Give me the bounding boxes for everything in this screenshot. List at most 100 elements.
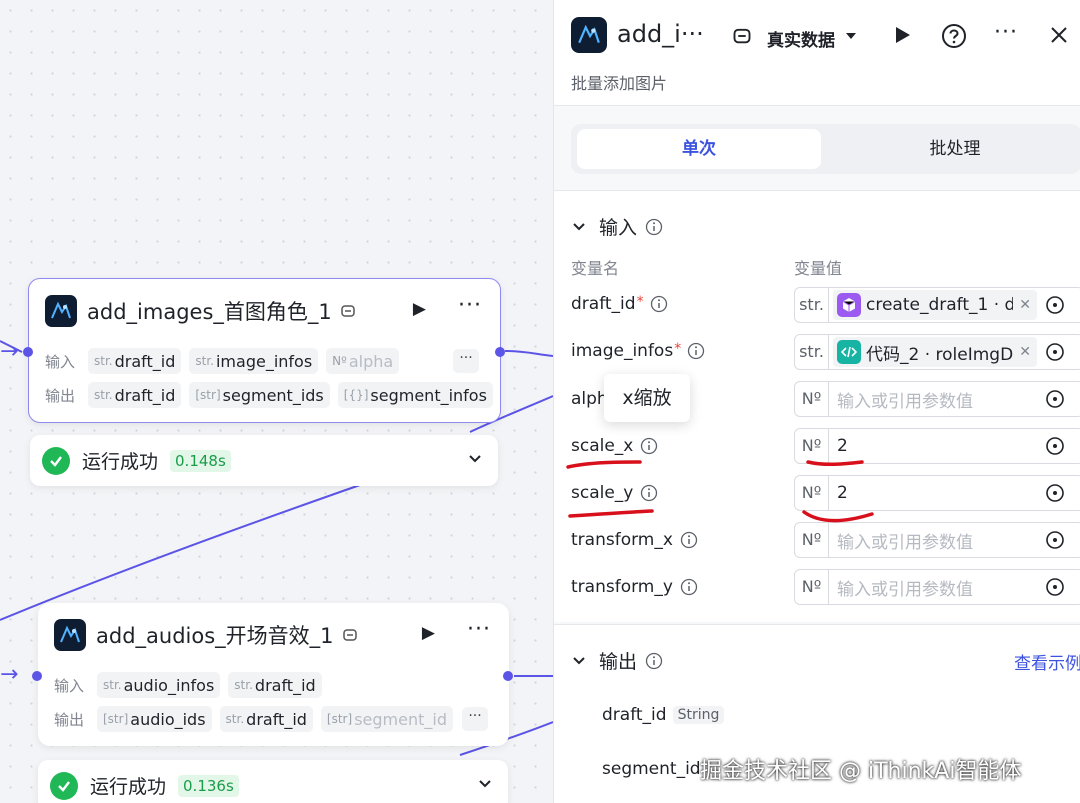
info-icon[interactable]: [645, 218, 663, 236]
panel-more-button[interactable]: ···: [994, 20, 1018, 45]
view-example-link[interactable]: 查看示例: [1014, 649, 1080, 674]
node-inputs-row: 输入 str. audio_infos str. draft_id: [54, 671, 330, 699]
param-name: draft_id: [571, 294, 636, 314]
node-more-button[interactable]: ···: [458, 293, 482, 318]
node-add-audios[interactable]: add_audios_开场音效_1 ▶ ··· 输入 str. audio_inf…: [32, 603, 513, 746]
scale-x-field[interactable]: Nº 2: [794, 428, 1080, 464]
output-port[interactable]: [503, 671, 513, 681]
variable-select-icon[interactable]: [1041, 295, 1069, 315]
required-mark: *: [636, 294, 644, 310]
info-icon[interactable]: [640, 484, 658, 502]
info-icon[interactable]: [650, 295, 668, 313]
param-name: image_infos: [571, 341, 674, 361]
run-mode-tabs: 单次 批处理: [571, 124, 1080, 174]
info-icon[interactable]: [687, 342, 705, 360]
data-mode-select[interactable]: 真实数据: [767, 26, 835, 51]
node-more-button[interactable]: ···: [467, 617, 491, 642]
type-badge: Nº: [795, 523, 829, 557]
transform-x-field[interactable]: Nº 输入或引用参数值: [794, 522, 1080, 558]
scale-y-field[interactable]: Nº 2: [794, 475, 1080, 511]
chevron-down-icon[interactable]: [571, 219, 587, 235]
variable-select-icon[interactable]: [1041, 389, 1069, 409]
reference-chip[interactable]: create_draft_1 · d··· ✕: [833, 290, 1037, 320]
reference-text: create_draft_1 · d···: [866, 295, 1013, 315]
success-check-icon: [42, 446, 70, 475]
watermark-text: 掘金技术社区 @ iThinkAi智能体: [700, 759, 1022, 784]
output-item: segment_id: [602, 759, 701, 779]
run-node-button[interactable]: ▶: [413, 299, 426, 319]
info-icon[interactable]: [640, 437, 658, 455]
help-icon[interactable]: [941, 23, 967, 49]
variable-select-icon[interactable]: [1041, 577, 1069, 597]
chevron-down-icon[interactable]: [476, 774, 494, 792]
info-icon[interactable]: [645, 652, 663, 670]
chevron-down-icon[interactable]: [466, 449, 484, 467]
plugin-logo-icon: [571, 17, 607, 53]
reference-text: 代码_2 · roleImgD···: [866, 344, 1014, 365]
more-outputs-button[interactable]: ···: [462, 707, 488, 731]
node-outputs-row: 输出 [str] audio_ids str. draft_id [str] segm…: [54, 705, 461, 733]
alpha-field[interactable]: Nº 输入或引用参数值: [794, 381, 1080, 417]
scale-y-input[interactable]: 2: [829, 483, 1041, 503]
node-run-status[interactable]: 运行成功 0.148s: [30, 435, 498, 486]
input-port[interactable]: [23, 347, 33, 357]
output-chip: [str] segment_ids: [189, 382, 330, 408]
info-icon[interactable]: [680, 578, 698, 596]
variable-select-icon[interactable]: [1041, 436, 1069, 456]
param-draft-id: draft_id *: [571, 294, 668, 314]
variable-select-icon[interactable]: [1041, 483, 1069, 503]
plugin-logo-icon: [54, 619, 86, 651]
panel-header: add_i··· 真实数据 ··· 批量添加图片: [554, 0, 1080, 106]
output-name: segment_id: [602, 759, 701, 779]
close-icon[interactable]: [1050, 26, 1068, 44]
node-add-images[interactable]: add_images_首图角色_1 ▶ ··· 输入 str. draft_id …: [23, 278, 505, 423]
param-image-infos: image_infos *: [571, 341, 705, 361]
plugin-logo-icon: [45, 295, 77, 327]
param-transform-x: transform_x: [571, 530, 698, 550]
status-label: 运行成功: [90, 776, 167, 798]
type-badge: str.: [795, 335, 829, 369]
output-chip: [str] audio_ids: [97, 706, 212, 732]
status-label: 运行成功: [82, 451, 159, 473]
input-port[interactable]: [32, 671, 42, 681]
more-inputs-button[interactable]: ···: [453, 349, 479, 373]
info-icon[interactable]: [680, 531, 698, 549]
node-inputs-row: 输入 str. draft_id str. image_infos Nº alpha: [45, 347, 407, 375]
cube-icon: [837, 293, 861, 317]
tab-batch[interactable]: 批处理: [833, 129, 1077, 169]
variable-select-icon[interactable]: [1041, 342, 1069, 362]
run-node-button[interactable]: ▶: [422, 623, 435, 643]
column-header-value: 变量值: [794, 259, 843, 278]
transform-y-input[interactable]: 输入或引用参数值: [829, 575, 1041, 600]
type-badge: str.: [795, 288, 829, 322]
caret-down-icon[interactable]: [845, 31, 857, 41]
output-section-header[interactable]: 输出: [571, 647, 663, 674]
code-icon: [837, 340, 861, 364]
chevron-down-icon[interactable]: [571, 653, 587, 669]
variable-select-icon[interactable]: [1041, 530, 1069, 550]
input-chip: Nº alpha: [326, 348, 400, 374]
draft-id-field[interactable]: str. create_draft_1 · d··· ✕: [794, 287, 1080, 323]
success-check-icon: [50, 771, 78, 800]
run-button[interactable]: [894, 25, 912, 45]
output-name: draft_id: [602, 705, 667, 725]
transform-x-input[interactable]: 输入或引用参数值: [829, 528, 1041, 553]
duration-badge: 0.148s: [170, 449, 231, 472]
input-section-header[interactable]: 输入: [571, 213, 663, 240]
outputs-label: 输出: [45, 386, 76, 405]
transform-y-field[interactable]: Nº 输入或引用参数值: [794, 569, 1080, 605]
scale-x-input[interactable]: 2: [829, 436, 1041, 456]
image-infos-field[interactable]: str. 代码_2 · roleImgD··· ✕: [794, 334, 1080, 370]
database-icon[interactable]: [732, 26, 752, 46]
database-icon: [340, 303, 356, 319]
reference-chip[interactable]: 代码_2 · roleImgD··· ✕: [833, 337, 1037, 367]
param-scale-y: scale_y: [571, 483, 658, 503]
remove-reference-icon[interactable]: ✕: [1019, 297, 1031, 313]
alpha-input[interactable]: 输入或引用参数值: [829, 387, 1041, 412]
param-scale-x: scale_x: [571, 436, 658, 456]
tab-single[interactable]: 单次: [577, 129, 821, 169]
node-run-status[interactable]: 运行成功 0.136s: [38, 760, 508, 803]
input-chip: str. image_infos: [189, 348, 319, 374]
output-port[interactable]: [495, 347, 505, 357]
remove-reference-icon[interactable]: ✕: [1019, 344, 1031, 360]
